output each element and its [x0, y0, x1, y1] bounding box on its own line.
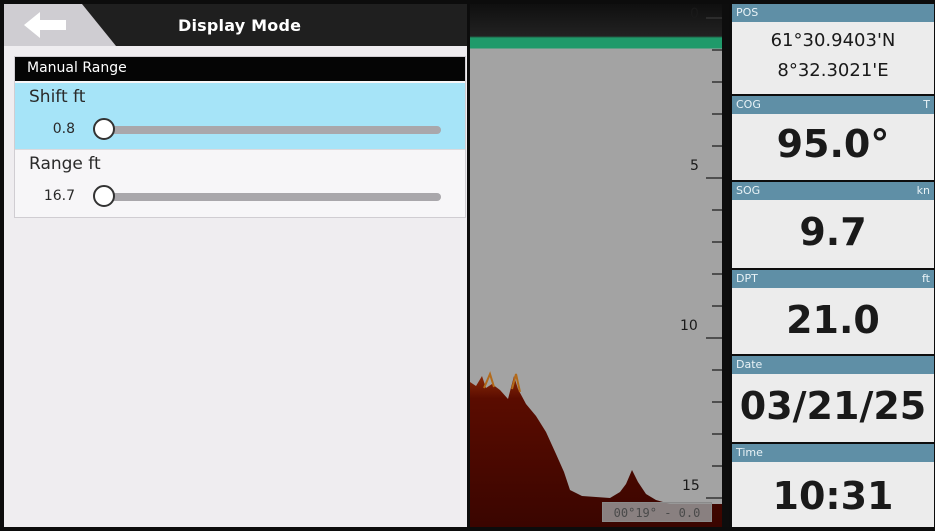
cog-header: COG T: [732, 96, 934, 114]
display-mode-panel: Display Mode Manual Range Shift ft 0.8 R…: [4, 4, 467, 527]
data-column: POS 61°30.9403'N 8°32.3021'E COG T 95.0°…: [732, 4, 934, 527]
sog-header: SOG kn: [732, 182, 934, 200]
depth-tick-label: 5: [690, 158, 699, 174]
pos-header: POS: [732, 4, 934, 22]
cog-label: COG: [736, 98, 761, 111]
date-value: 03/21/25: [739, 384, 927, 428]
sonar-view[interactable]: [470, 4, 722, 527]
shift-slider-knob[interactable]: [93, 118, 115, 140]
section-header: Manual Range: [15, 57, 465, 81]
cog-unit: T: [923, 98, 930, 111]
time-readout: 00°19° - 0.0: [602, 502, 712, 522]
sog-value: 9.7: [799, 210, 867, 254]
pos-longitude: 8°32.3021'E: [777, 60, 889, 81]
shift-slider-row[interactable]: Shift ft 0.8: [15, 83, 465, 149]
dpt-label: DPT: [736, 272, 758, 285]
shift-slider-track[interactable]: [103, 126, 441, 134]
sog-label: SOG: [736, 184, 761, 197]
back-arrow-icon: [24, 12, 66, 38]
date-box[interactable]: Date 03/21/25: [732, 356, 934, 442]
depth-tick-label: 10: [680, 318, 698, 334]
range-value: 16.7: [43, 188, 75, 204]
back-button[interactable]: [4, 4, 116, 46]
panel-title: Display Mode: [178, 16, 302, 35]
shift-label: Shift ft: [29, 87, 86, 107]
dpt-box[interactable]: DPT ft 21.0: [732, 270, 934, 354]
time-value: 10:31: [772, 474, 894, 518]
range-slider-knob[interactable]: [93, 185, 115, 207]
pos-latitude: 61°30.9403'N: [770, 30, 896, 51]
shift-value: 0.8: [52, 121, 75, 137]
section-title: Manual Range: [27, 60, 127, 76]
cog-box[interactable]: COG T 95.0°: [732, 96, 934, 180]
depth-tick-label: 0: [690, 6, 699, 22]
dpt-value: 21.0: [786, 298, 880, 342]
cog-value: 95.0°: [776, 122, 890, 166]
date-label: Date: [736, 358, 763, 371]
range-label: Range ft: [29, 154, 101, 174]
pos-box[interactable]: POS 61°30.9403'N 8°32.3021'E: [732, 4, 934, 94]
date-header: Date: [732, 356, 934, 374]
manual-range-card: Manual Range Shift ft 0.8 Range ft 16.7: [14, 56, 466, 218]
time-label: Time: [736, 446, 763, 459]
sog-box[interactable]: SOG kn 9.7: [732, 182, 934, 268]
dpt-header: DPT ft: [732, 270, 934, 288]
range-slider-track[interactable]: [103, 193, 441, 201]
panel-header: Display Mode: [4, 4, 467, 46]
range-slider-row[interactable]: Range ft 16.7: [15, 149, 465, 216]
sog-unit: kn: [916, 184, 930, 197]
sonar-image: [470, 17, 722, 527]
time-header: Time: [732, 444, 934, 462]
dpt-unit: ft: [922, 272, 930, 285]
time-box[interactable]: Time 10:31: [732, 444, 934, 527]
pos-label: POS: [736, 6, 759, 19]
depth-tick-label: 15: [682, 478, 700, 494]
depth-ruler: [722, 4, 729, 527]
